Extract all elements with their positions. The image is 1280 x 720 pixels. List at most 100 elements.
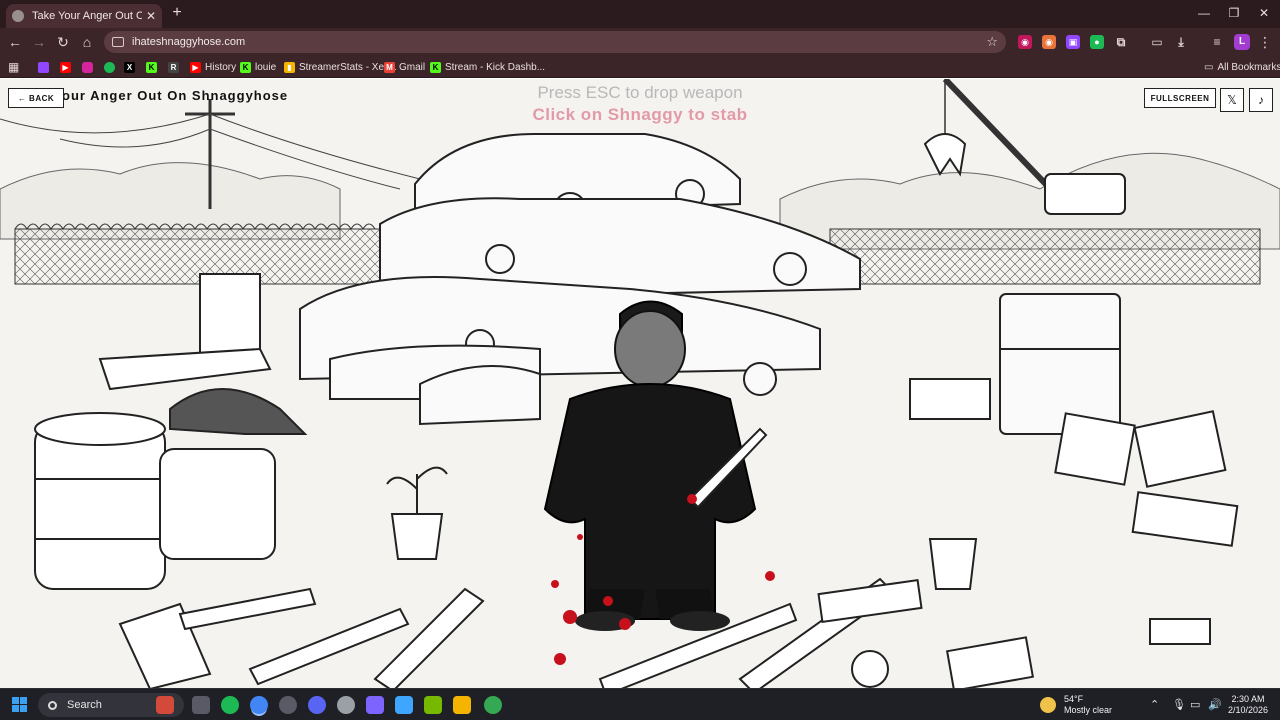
page-title: our Anger Out On Shnaggyhose	[62, 88, 289, 103]
extension-icon-1[interactable]: ◉	[1018, 35, 1032, 49]
kick-icon: K	[240, 61, 251, 73]
task-view-icon[interactable]	[192, 696, 210, 714]
bookmark-youtube[interactable]: ▶	[60, 59, 75, 75]
file-explorer-taskbar-icon[interactable]	[453, 696, 471, 714]
all-bookmarks-button[interactable]: ▭ All Bookmarks	[1204, 59, 1280, 75]
address-bar[interactable]: ihateshnaggyhose.com ☆	[104, 31, 1006, 53]
instagram-icon	[82, 61, 93, 73]
weather-temperature: 54°F	[1064, 694, 1084, 704]
bookmark-label: Gmail	[399, 61, 426, 73]
close-window-button[interactable]: ✕	[1250, 4, 1278, 22]
reload-icon[interactable]: ↻	[54, 33, 72, 51]
treadmill	[98, 273, 272, 391]
weather-widget[interactable]: 54°F Mostly clear	[1040, 693, 1112, 717]
extension-icon-2[interactable]: ◉	[1042, 35, 1056, 49]
extensions-puzzle-icon[interactable]: ⧉	[1114, 35, 1128, 49]
youtube-icon: ▶	[190, 61, 201, 73]
reading-list-icon[interactable]: ≡	[1210, 35, 1224, 49]
search-icon	[48, 700, 57, 710]
apps-grid-icon[interactable]: ▦	[8, 59, 19, 75]
fullscreen-button[interactable]: FULLSCREEN	[1144, 88, 1216, 108]
tab-active[interactable]: Take Your Anger Out On Sh ✕	[6, 4, 162, 28]
taskbar-app-icon[interactable]	[279, 696, 297, 714]
kick-icon: K	[146, 61, 157, 73]
browser-toolbar: ← → ↻ ⌂ ihateshnaggyhose.com ☆ ◉ ◉ ▣ ● ⧉…	[0, 28, 1280, 56]
twitch-icon	[38, 61, 49, 73]
bookmark-kick[interactable]: K	[146, 59, 161, 75]
site-info-icon[interactable]	[112, 37, 124, 47]
media-icon[interactable]: ▭	[1150, 35, 1164, 49]
moon-weather-icon	[1040, 697, 1056, 713]
barrels	[34, 388, 308, 590]
bookmark-louie[interactable]: Klouie	[240, 59, 276, 75]
home-icon[interactable]: ⌂	[78, 33, 96, 51]
back-arrow-icon[interactable]: ←	[6, 33, 24, 51]
tab-strip: Take Your Anger Out On Sh ✕ + — ❐ ✕	[0, 0, 1280, 28]
kick-icon: K	[430, 61, 441, 73]
settings-taskbar-icon[interactable]	[337, 696, 355, 714]
spotify-taskbar-icon[interactable]	[221, 696, 239, 714]
bookmark-stream-kick[interactable]: K Stream - Kick Dashb...	[430, 59, 545, 75]
bookmark-star-icon[interactable]: ☆	[986, 34, 998, 50]
junkyard-scene	[0, 79, 1280, 688]
microphone-icon[interactable]: 🎙	[1172, 698, 1186, 712]
clock-time: 2:30 AM	[1231, 694, 1265, 704]
tab-title: Take Your Anger Out On Sh	[32, 10, 142, 22]
bookmark-roblox[interactable]: R	[168, 59, 183, 75]
tab-favicon-icon	[12, 10, 24, 22]
bookmark-spotify[interactable]	[104, 59, 119, 75]
back-button[interactable]: ← BACK	[8, 88, 64, 108]
bookmark-twitch[interactable]	[38, 59, 53, 75]
chrome-taskbar-icon[interactable]	[250, 696, 268, 714]
discord-taskbar-icon[interactable]	[308, 696, 326, 714]
bookmark-gmail[interactable]: M Gmail	[384, 59, 425, 75]
bookmark-instagram[interactable]	[82, 59, 97, 75]
all-bookmarks-label: All Bookmarks	[1217, 61, 1280, 73]
bookmarks-bar: ▦ ▶ X K R ▶ History Klouie ▮ StreamerStats…	[0, 56, 1280, 78]
extension-icon-4[interactable]: ●	[1090, 35, 1104, 49]
download-icon[interactable]: ⤓	[1174, 35, 1188, 49]
potted-plant	[386, 466, 448, 560]
restore-button[interactable]: ❐	[1220, 4, 1248, 22]
system-clock[interactable]: 2:30 AM 2/10/2026	[1224, 694, 1272, 716]
refrigerator	[999, 293, 1121, 435]
minimize-button[interactable]: —	[1190, 4, 1218, 22]
game-controller-taskbar-icon[interactable]	[366, 696, 384, 714]
nvidia-taskbar-icon[interactable]	[424, 696, 442, 714]
music-toggle-button[interactable]: ♪	[1249, 88, 1273, 112]
crane-claw	[923, 133, 967, 177]
x-icon: X	[124, 61, 135, 73]
chrome-alt-taskbar-icon[interactable]	[484, 696, 502, 714]
new-tab-button[interactable]: +	[168, 4, 186, 22]
steam-taskbar-icon[interactable]	[395, 696, 413, 714]
bookmark-label: History	[205, 61, 237, 73]
windows-taskbar: Search 54°F Mostly clear ⌃ 🎙 ▭ 🔊 2:30 AM…	[0, 688, 1280, 720]
youtube-icon: ▶	[60, 61, 71, 73]
gmail-icon: M	[384, 61, 395, 73]
twitch-extension-icon[interactable]: ▣	[1066, 35, 1080, 49]
tray-overflow-icon[interactable]: ⌃	[1150, 698, 1159, 712]
profile-avatar[interactable]: L	[1234, 34, 1250, 50]
bookmark-label: louie	[255, 61, 277, 73]
x-share-button[interactable]: 𝕏	[1220, 88, 1244, 112]
folder-icon: ▭	[1204, 61, 1214, 73]
network-icon[interactable]: ▭	[1190, 698, 1200, 712]
character-head	[614, 310, 686, 388]
windows-start-icon[interactable]	[12, 697, 28, 713]
bookmark-label: StreamerStats - Xev...	[299, 61, 397, 73]
bookmark-history[interactable]: ▶ History	[190, 59, 236, 75]
forward-arrow-icon[interactable]: →	[30, 33, 48, 51]
bookmark-label: Stream - Kick Dashb...	[445, 61, 546, 73]
web-page: ← BACK our Anger Out On Shnaggyhose Pres…	[0, 79, 1280, 688]
taskbar-app-widget[interactable]	[156, 696, 174, 714]
crane-cab	[1044, 173, 1126, 215]
chain-fence-right	[829, 228, 1261, 285]
browser-menu-icon[interactable]: ⋮	[1258, 34, 1272, 50]
volume-icon[interactable]: 🔊	[1208, 698, 1222, 712]
tab-close-icon[interactable]: ✕	[146, 9, 156, 23]
bookmark-streamerstats[interactable]: ▮ StreamerStats - Xev...	[284, 59, 397, 75]
spotify-icon	[104, 61, 115, 73]
bookmark-x[interactable]: X	[124, 59, 139, 75]
stab-hint-text: Click on Shnaggy to stab	[532, 105, 748, 124]
roblox-icon: R	[168, 61, 179, 73]
